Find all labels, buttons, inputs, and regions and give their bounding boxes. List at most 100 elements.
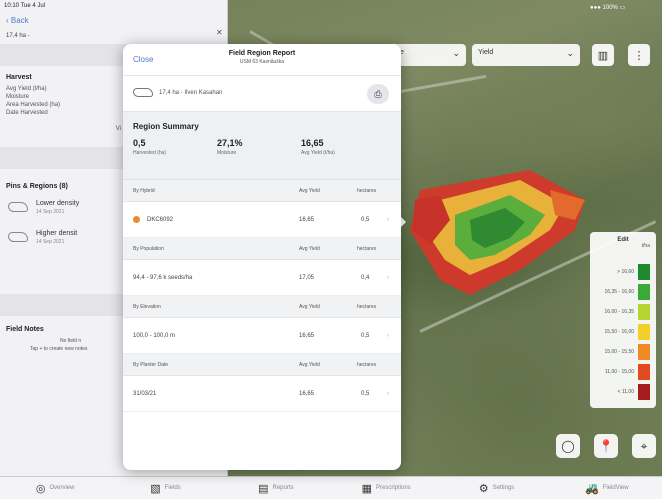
- summary-label: Harvested (ha): [133, 150, 167, 156]
- back-button[interactable]: ‹ Back: [0, 14, 227, 28]
- row-name: 31/03/21: [133, 391, 157, 397]
- row-name: 94,4 - 97,6 k seeds/ha: [133, 275, 193, 281]
- col-hectares: hectares: [357, 188, 377, 194]
- locate-icon: ⌖: [640, 438, 648, 453]
- tab-prescriptions[interactable]: ▦ Prescriptions: [331, 477, 441, 499]
- hybrid-row[interactable]: DKC6092 16,65 0,5 ›: [123, 202, 401, 238]
- bottom-tab-bar: ◎ Overview ▧ Fields ▤ Reports ▦ Prescription…: [0, 476, 662, 499]
- legend-swatch: [638, 264, 650, 280]
- section-header-population: By Population Avg Yield hectares: [123, 238, 401, 260]
- legend-row: > 16,60: [594, 264, 652, 280]
- chevron-right-icon: ›: [387, 391, 389, 397]
- legend-swatch: [638, 284, 650, 300]
- tab-label: Settings: [492, 485, 515, 491]
- col-avg-yield: Avg Yield: [299, 362, 320, 368]
- tab-settings[interactable]: ⚙ Settings: [441, 477, 551, 499]
- legend-range: 16,35 - 16,60: [604, 289, 634, 295]
- pin-icon: 📍: [598, 439, 614, 453]
- col-avg-yield: Avg Yield: [299, 304, 320, 310]
- row-name: 100,0 - 100,0 m: [133, 333, 176, 339]
- field-info: 17,4 ha -: [6, 33, 30, 39]
- legend-range: 15,50 - 16,00: [604, 329, 634, 335]
- popover-subtitle: USM 63 Kasnåuška: [239, 59, 285, 65]
- tab-label: FieldView: [602, 485, 629, 491]
- section-header-hybrid: By Hybrid Avg Yield hectares: [123, 180, 401, 202]
- tab-label: Prescriptions: [376, 485, 411, 491]
- region-date: 14 Sep 2021: [36, 239, 65, 245]
- legend-swatch: [638, 324, 650, 340]
- field-row: 17,4 ha - Ilven Kasahan ⎙: [123, 76, 401, 112]
- population-row[interactable]: 94,4 - 97,6 k seeds/ha 17,05 0,4 ›: [123, 260, 401, 296]
- tab-label: Overview: [49, 485, 75, 491]
- region-summary-title: Region Summary: [133, 122, 199, 131]
- legend-range: 11,00 - 15,00: [604, 369, 634, 375]
- elevation-row[interactable]: 100,0 - 100,0 m 16,65 0,5 ›: [123, 318, 401, 354]
- summary-harvested: 0,5 Harvested (ha): [133, 138, 166, 156]
- region-summary: Region Summary 0,5 Harvested (ha) 27,1% …: [123, 112, 401, 180]
- field-text: 17,4 ha - Ilven Kasahan: [159, 90, 223, 96]
- close-sidebar-icon[interactable]: ✕: [216, 28, 223, 37]
- data-type-select[interactable]: Yield ⌄: [472, 44, 580, 66]
- summary-moisture: 27,1% Moisture: [217, 138, 243, 156]
- chevron-right-icon: ›: [387, 275, 389, 281]
- popover-title: Field Region Report: [228, 50, 296, 57]
- section-title: By Population: [133, 246, 164, 252]
- section-title: By Planter Date: [133, 362, 169, 368]
- tab-overview[interactable]: ◎ Overview: [0, 477, 110, 499]
- locate-button[interactable]: ⌖: [632, 434, 656, 458]
- data-type-select-value: Yield: [478, 49, 494, 56]
- legend-range: 15,00 - 15,50: [604, 349, 634, 355]
- legend-row: 16,00 - 16,35: [594, 304, 652, 320]
- summary-label: Avg Yield (t/ha): [301, 150, 335, 156]
- region-date: 14 Sep 2021: [36, 209, 65, 215]
- row-hectares: 0,4: [361, 275, 370, 281]
- tab-fieldview[interactable]: 🚜 FieldView: [552, 477, 662, 499]
- summary-value: 27,1%: [217, 138, 243, 148]
- row-hectares: 0,5: [361, 333, 370, 339]
- field-region-report-popover: Close Field Region Report USM 63 Kasnåuš…: [123, 44, 401, 470]
- legend-row: 15,50 - 16,00: [594, 324, 652, 340]
- status-time: 10:10 Tue 4 Jul: [4, 3, 46, 9]
- gear-icon: ⚙: [478, 482, 489, 495]
- hybrid-color-dot: [133, 216, 140, 223]
- map-icon: ▧: [150, 482, 161, 495]
- region-title: Higher densit: [36, 230, 78, 237]
- summary-label: Moisture: [217, 150, 237, 156]
- legend-swatch: [638, 364, 650, 380]
- tab-fields[interactable]: ▧ Fields: [110, 477, 220, 499]
- legend-swatch: [638, 384, 650, 400]
- col-avg-yield: Avg Yield: [299, 188, 320, 194]
- tab-reports[interactable]: ▤ Reports: [221, 477, 331, 499]
- planter-date-row[interactable]: 31/03/21 16,65 0,5 ›: [123, 376, 401, 412]
- section-title: By Hybrid: [133, 188, 155, 194]
- field-shape-icon: [133, 88, 153, 97]
- more-options-button[interactable]: ⋮: [628, 44, 650, 66]
- split-view-button[interactable]: ▥: [592, 44, 614, 66]
- summary-avg-yield: 16,65 Avg Yield (t/ha): [301, 138, 335, 156]
- print-icon: ⎙: [374, 88, 382, 99]
- legend-range: 16,00 - 16,35: [604, 309, 634, 315]
- row-yield: 17,05: [299, 275, 315, 281]
- col-hectares: hectares: [357, 246, 377, 252]
- more-vertical-icon: ⋮: [633, 49, 645, 62]
- row-yield: 16,65: [299, 391, 315, 397]
- drop-pin-button[interactable]: 📍: [594, 434, 618, 458]
- popover-header: Close Field Region Report USM 63 Kasnåuš…: [123, 44, 401, 76]
- draw-region-button[interactable]: ◯: [556, 434, 580, 458]
- tab-label: Fields: [164, 485, 181, 491]
- legend-edit-label[interactable]: Edit: [590, 232, 656, 243]
- prescription-icon: ▦: [361, 482, 372, 495]
- legend-row: 11,00 - 15,00: [594, 364, 652, 380]
- yield-heatmap-overlay[interactable]: [400, 160, 600, 300]
- legend-unit: t/ha: [641, 243, 650, 249]
- legend-range: > 16,60: [617, 269, 634, 275]
- row-hectares: 0,5: [361, 217, 370, 223]
- legend-range: < 11,00: [617, 389, 634, 395]
- circle-icon: ◯: [561, 439, 575, 453]
- legend-row: 16,35 - 16,60: [594, 284, 652, 300]
- print-button[interactable]: ⎙: [367, 84, 389, 104]
- section-header-planter-date: By Planter Date Avg Yield hectares: [123, 354, 401, 376]
- legend-row: < 11,00: [594, 384, 652, 400]
- chevron-down-icon: ⌄: [566, 48, 574, 58]
- yield-legend[interactable]: Edit t/ha > 16,60 16,35 - 16,60 16,00 - …: [590, 232, 656, 408]
